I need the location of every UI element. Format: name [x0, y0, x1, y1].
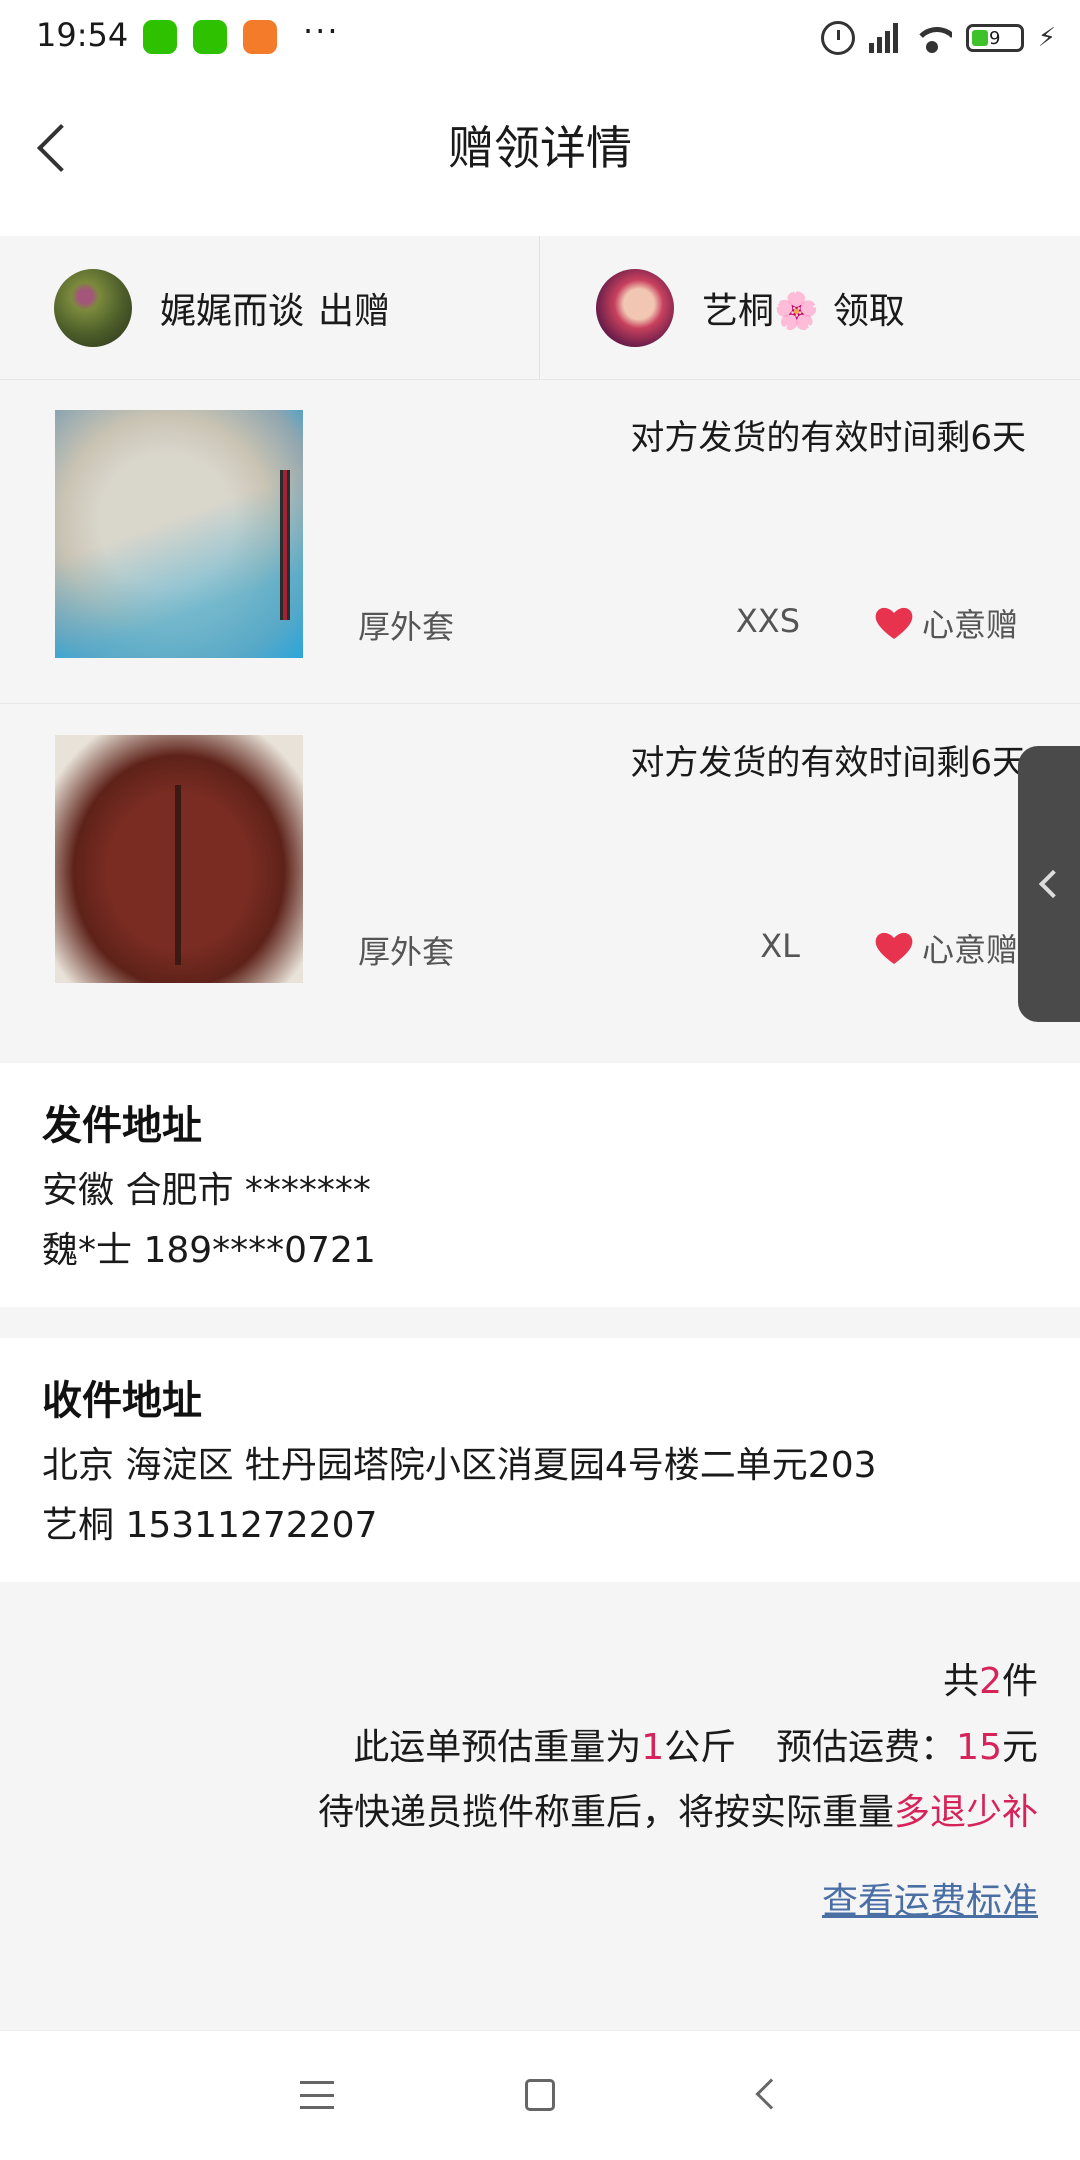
battery-icon: 9	[965, 24, 1024, 52]
item-tag: 心意赠	[874, 600, 1018, 646]
list-item[interactable]: 对方发货的有效时间剩6天 厚外套 XL 心意赠	[0, 705, 1080, 1029]
item-size: XL	[760, 927, 800, 965]
avatar	[596, 269, 674, 347]
charging-icon: ⚡	[1037, 23, 1056, 53]
receiver-name: 艺桐🌸	[702, 291, 819, 332]
wechat-icon	[143, 20, 177, 54]
home-icon[interactable]	[525, 2079, 555, 2111]
system-nav-bar	[0, 2030, 1080, 2160]
section-title: 发件地址	[42, 1103, 202, 1149]
back-icon[interactable]	[755, 2078, 787, 2110]
signal-icon	[868, 23, 898, 53]
page-title: 赠领详情	[448, 121, 632, 175]
item-photo	[55, 735, 303, 983]
receiver-action: 领取	[832, 291, 905, 332]
item-tag-label: 心意赠	[921, 931, 1018, 969]
status-time: 19:54	[36, 16, 129, 54]
receiver-address: 北京 海淀区 牡丹园塔院小区消夏园4号楼二单元203	[42, 1445, 877, 1486]
heart-icon	[875, 607, 913, 639]
side-drawer-handle[interactable]	[1018, 746, 1080, 1022]
alarm-icon	[820, 21, 855, 55]
item-size: XXS	[735, 602, 800, 640]
receiver-address-card: 收件地址 北京 海淀区 牡丹园塔院小区消夏园4号楼二单元203 艺桐 15311…	[0, 1338, 1080, 1582]
more-notifications-icon: ···	[303, 12, 340, 50]
deadline-text: 对方发货的有效时间剩6天	[630, 743, 1026, 783]
status-indicators: 9 ⚡	[820, 18, 1056, 58]
header: 赠领详情	[0, 76, 1080, 236]
sender-address: 安徽 合肥市 *******	[42, 1170, 371, 1211]
item-tag: 心意赠	[874, 925, 1018, 971]
participants-row: 娓娓而谈 出赠 艺桐🌸 领取	[0, 236, 1080, 380]
giver-action: 出赠	[318, 291, 391, 332]
item-type: 厚外套	[358, 608, 455, 646]
item-tag-label: 心意赠	[921, 606, 1018, 644]
wifi-icon	[911, 23, 952, 53]
section-title: 收件地址	[42, 1378, 202, 1424]
list-item[interactable]: 对方发货的有效时间剩6天 厚外套 XXS 心意赠	[0, 380, 1080, 704]
giver-name: 娓娓而谈	[160, 291, 305, 332]
sender-contact: 魏*士 189****0721	[42, 1230, 376, 1271]
wechat-icon	[193, 20, 227, 54]
chevron-left-icon	[1038, 869, 1068, 899]
menu-icon[interactable]	[300, 2081, 334, 2109]
receiver-contact: 艺桐 15311272207	[42, 1505, 378, 1546]
divider	[539, 236, 540, 380]
shipping-summary: 共2件 此运单预估重量为1公斤 预估运费：15元 待快递员揽件称重后，将按实际重量…	[0, 1582, 1080, 2027]
receiver-user[interactable]: 艺桐🌸 领取	[596, 236, 905, 380]
shipping-fee-standard-link[interactable]: 查看运费标准	[822, 1872, 1038, 1924]
app-icon	[243, 20, 277, 54]
sender-address-card: 发件地址 安徽 合肥市 ******* 魏*士 189****0721	[0, 1063, 1080, 1307]
weight-note: 待快递员揽件称重后，将按实际重量多退少补	[317, 1792, 1038, 1833]
item-type: 厚外套	[358, 933, 455, 971]
status-bar: 19:54 ··· 9 ⚡	[0, 0, 1080, 76]
heart-icon	[875, 932, 913, 964]
avatar	[54, 269, 132, 347]
weight-fee-line: 此运单预估重量为1公斤 预估运费：15元	[353, 1727, 1038, 1768]
item-photo	[55, 410, 303, 658]
giver-user[interactable]: 娓娓而谈 出赠	[54, 236, 390, 380]
item-count: 共2件	[943, 1661, 1038, 1702]
deadline-text: 对方发货的有效时间剩6天	[630, 418, 1026, 458]
